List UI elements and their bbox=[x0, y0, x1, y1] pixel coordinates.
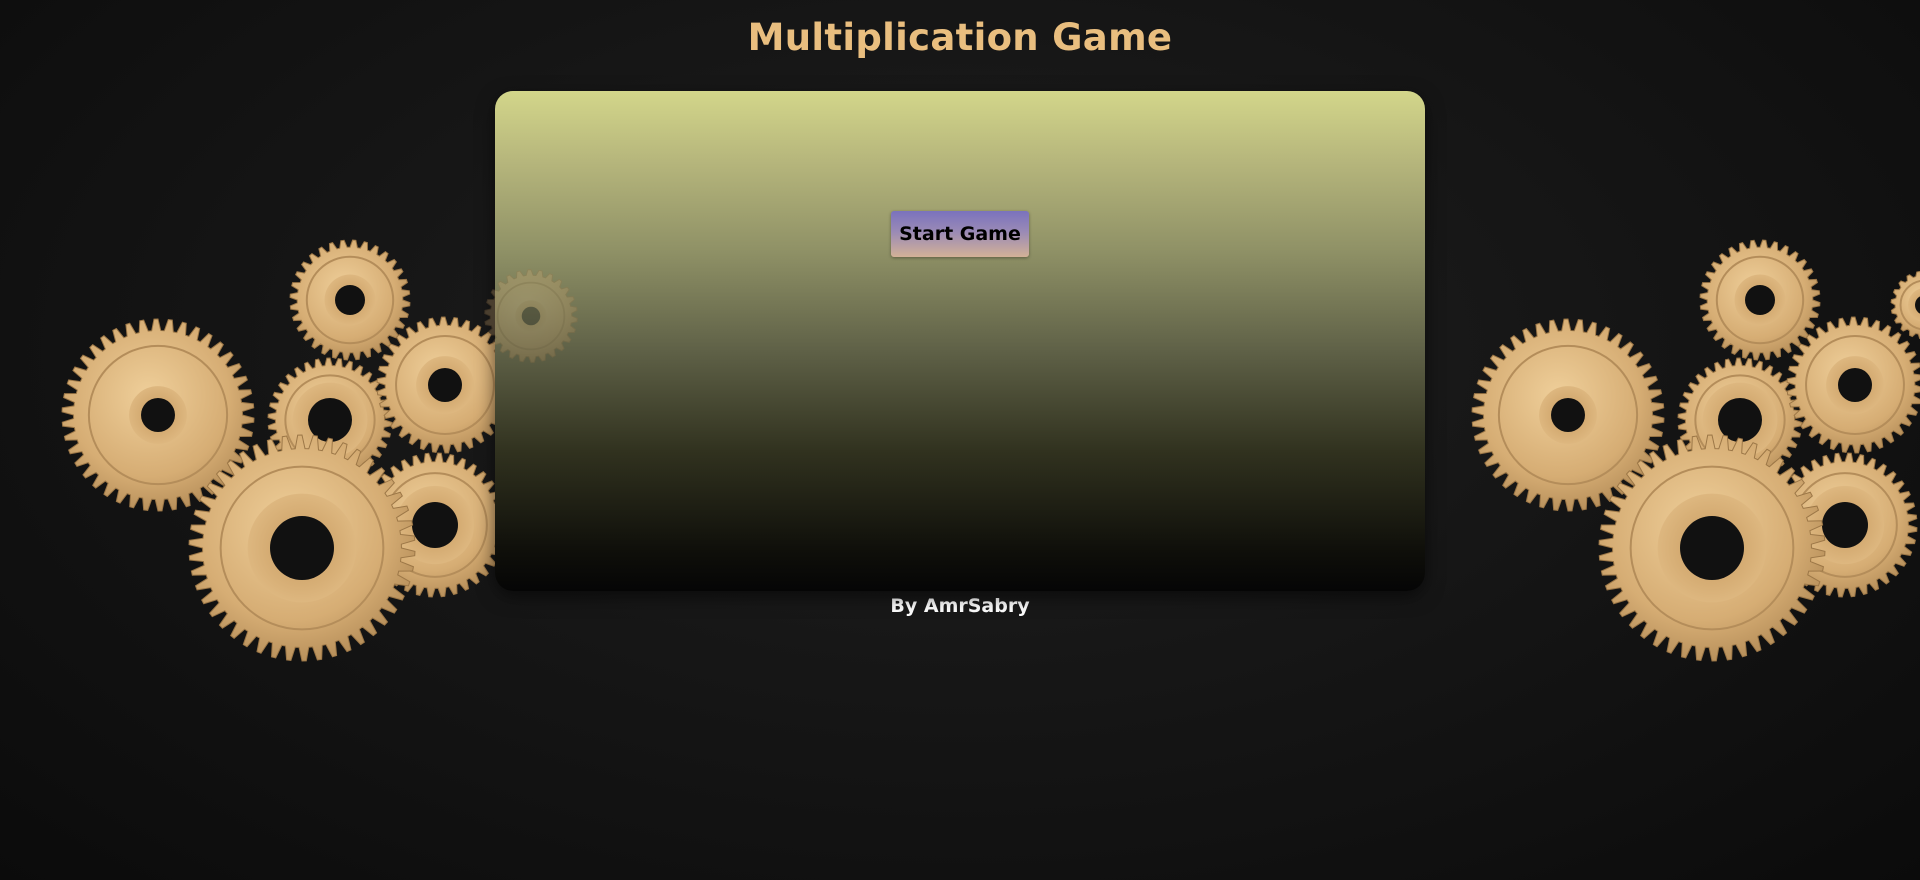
start-game-button[interactable]: Start Game bbox=[891, 211, 1029, 257]
gear-icon bbox=[1786, 316, 1920, 454]
ghost-gear-icon bbox=[484, 269, 578, 363]
gear-icon bbox=[289, 239, 411, 361]
page-title: Multiplication Game bbox=[747, 16, 1173, 59]
gear-icon bbox=[1699, 239, 1821, 361]
game-panel: Start Game bbox=[495, 91, 1425, 591]
gear-icon bbox=[1890, 270, 1920, 340]
ghost-gear-icon bbox=[484, 269, 578, 363]
author-credit: By AmrSabry bbox=[890, 595, 1030, 617]
